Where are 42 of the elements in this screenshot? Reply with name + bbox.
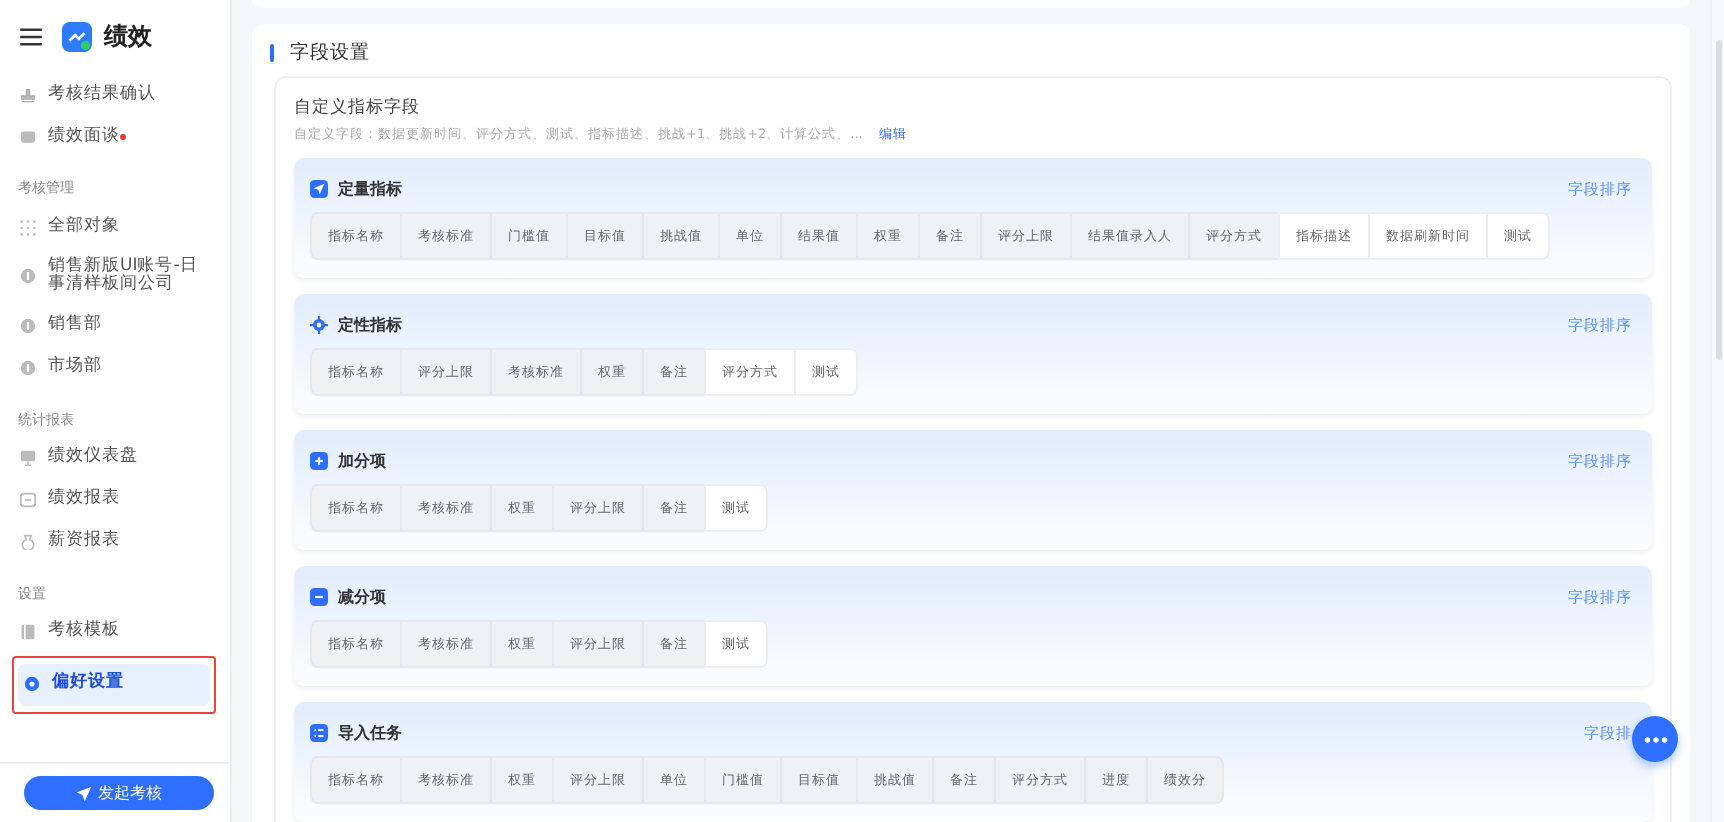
chat-icon xyxy=(20,129,36,145)
department-icon xyxy=(20,268,36,285)
stamp-icon xyxy=(20,87,36,103)
more-icon xyxy=(1643,735,1667,743)
money-bag-icon xyxy=(20,534,36,551)
settings-icon xyxy=(24,676,40,693)
department-icon xyxy=(20,360,36,377)
department-icon xyxy=(20,318,36,335)
section-title: 定量指标 xyxy=(338,178,402,200)
nav-item[interactable]: 偏好设置 xyxy=(18,663,210,706)
page-title: 字段设置 xyxy=(290,40,370,66)
nav-item[interactable]: 销售新版UI账号-日事清样板间公司 xyxy=(14,248,216,306)
send-icon xyxy=(310,180,328,198)
nav-item[interactable]: 薪资报表 xyxy=(14,521,216,564)
monitor-icon xyxy=(20,450,36,467)
section-title: 减分项 xyxy=(338,586,386,608)
template-icon xyxy=(20,624,36,641)
list-icon xyxy=(310,724,328,742)
minus-icon xyxy=(310,588,328,606)
section-title: 加分项 xyxy=(338,450,386,472)
launch-review-button[interactable]: 发起考核 xyxy=(24,776,214,810)
nav-item[interactable]: 绩效报表 xyxy=(14,479,216,522)
nav-item[interactable]: 全部对象 xyxy=(14,206,216,248)
nav-item[interactable]: 考核结果确认 xyxy=(14,74,216,116)
nav-item[interactable]: 市场部 xyxy=(14,347,216,390)
target-icon xyxy=(310,316,328,334)
send-icon xyxy=(76,785,92,801)
nav-item[interactable]: 销售部 xyxy=(14,305,216,348)
plus-icon xyxy=(310,452,328,470)
grid-icon xyxy=(20,219,36,235)
app-logo-icon xyxy=(62,21,92,51)
menu-icon[interactable] xyxy=(20,27,42,45)
app-title: 绩效 xyxy=(104,19,152,53)
nav-item[interactable]: 绩效仪表盘 xyxy=(14,437,216,480)
nav-item[interactable]: 绩效面谈 xyxy=(14,116,216,158)
report-icon xyxy=(20,492,36,509)
section-title: 定性指标 xyxy=(338,314,402,336)
scrollbar[interactable] xyxy=(1710,0,1724,822)
section-title: 导入任务 xyxy=(338,722,402,744)
title-accent-bar xyxy=(270,44,274,62)
custom-fields-title: 自定义指标字段 xyxy=(294,96,422,120)
nav-item[interactable]: 考核模板 xyxy=(14,611,216,654)
